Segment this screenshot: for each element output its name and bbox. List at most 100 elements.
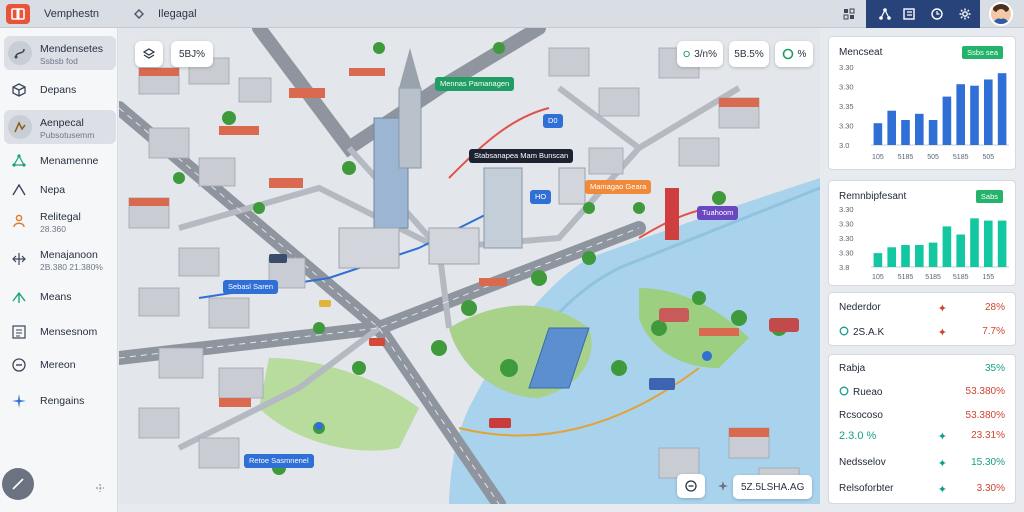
chart-bar[interactable]: [915, 113, 924, 145]
metric-row: Rueao 53.380%: [839, 386, 1005, 400]
sidebar-item-means[interactable]: Means: [4, 280, 116, 314]
x-tick-label: 5185: [953, 154, 969, 161]
share-icon: [10, 288, 28, 306]
metric-row: 2S.A.K ✦ 7.7%: [839, 326, 1005, 340]
x-tick-label: 5185: [953, 274, 969, 281]
y-tick-label: 3.30: [839, 205, 854, 214]
map-label[interactable]: D0: [543, 114, 563, 128]
map-label[interactable]: Retoe Sasmnenel: [244, 454, 314, 468]
sidebar-fab-button[interactable]: [2, 468, 34, 500]
sidebar: Mendensetes Ssbsb fod Depans Aenpecal Pu…: [0, 28, 118, 512]
metric-row: Rcsocoso 53.380%: [839, 410, 1005, 421]
route-icon: [8, 41, 32, 65]
gear-icon[interactable]: [956, 5, 974, 23]
chart-bar[interactable]: [887, 110, 896, 145]
panel-remnbipfesant: Remnbipfesant Sabs 3.30 3.30 3.30 3.30 3.8 10…: [828, 180, 1016, 286]
sidebar-item-aenpecal[interactable]: Aenpecal Pubsotusemm: [4, 110, 116, 144]
chart-bar[interactable]: [997, 73, 1007, 145]
sidebar-item-nepa[interactable]: Nepa: [4, 173, 116, 207]
sidebar-item-rengains[interactable]: Rengains: [4, 384, 116, 418]
map-label[interactable]: Mamagao Geara: [585, 180, 652, 194]
y-tick-label: 3.30: [839, 220, 854, 229]
panel-metrics-a: Nederdor ✦ 28% 2S.A.K ✦ 7.7%: [828, 292, 1016, 346]
map-label[interactable]: Sebasl Saren: [223, 280, 279, 294]
chart-bar[interactable]: [970, 218, 979, 267]
x-tick-label: 5185: [925, 274, 941, 281]
sidebar-item-mendensetes[interactable]: Mendensetes Ssbsb fod: [4, 36, 116, 70]
x-tick-label: 155: [982, 274, 994, 281]
back-icon[interactable]: [130, 5, 148, 23]
metric-row: Nederdor ✦ 28%: [839, 302, 1005, 315]
flag-icon[interactable]: [900, 5, 918, 23]
y-tick-label: 3.30: [839, 234, 854, 243]
sidebar-item-depans[interactable]: Depans: [4, 73, 116, 107]
network-icon: [10, 152, 28, 170]
app-title: Vemphestn: [44, 8, 100, 20]
up-arrow-icon: ✦: [937, 484, 947, 496]
metric-row: 2.3.0 % ✦ 23.31%: [839, 430, 1005, 443]
chart-bar[interactable]: [942, 96, 952, 145]
bar-chart-mencseat: 3.30 3.30 3.35 3.30 3.0 105 5185 505 5185 505: [839, 63, 1009, 161]
up-arrow-icon: ✦: [937, 303, 947, 315]
chart-bar[interactable]: [956, 84, 965, 145]
avatar[interactable]: [989, 2, 1013, 26]
y-tick-label: 3.30: [839, 83, 854, 92]
route-icon: [8, 115, 32, 139]
chart-bar[interactable]: [901, 120, 910, 145]
zoom-readout[interactable]: 5BJ%: [171, 41, 213, 67]
map-stat-a[interactable]: 3/n%: [677, 41, 723, 67]
collapse-icon[interactable]: [92, 480, 108, 496]
chart-bar[interactable]: [915, 245, 924, 267]
map-canvas: [119, 28, 820, 504]
sidebar-item-mereon[interactable]: Mereon: [4, 348, 116, 382]
chart-bar[interactable]: [984, 79, 993, 146]
x-tick-label: 505: [982, 154, 994, 161]
clock-icon[interactable]: [928, 5, 946, 23]
up-arrow-icon: ✦: [937, 327, 947, 339]
chart-bar[interactable]: [901, 245, 910, 267]
x-tick-label: 505: [927, 154, 939, 161]
sidebar-item-menajanoon[interactable]: Menajanoon 2B.380 21.380%: [4, 242, 116, 276]
map-label[interactable]: Mennas Pamanagen: [435, 77, 515, 91]
chart-bar[interactable]: [997, 220, 1007, 267]
chart-bar[interactable]: [928, 120, 938, 145]
locate-button[interactable]: [677, 474, 705, 498]
y-tick-label: 3.30: [839, 122, 854, 131]
map-label[interactable]: Stabsanapea Mam Bunscan: [469, 149, 574, 163]
toolbar-actions: [866, 0, 980, 28]
map-label[interactable]: Tuahoom: [697, 206, 739, 220]
map-stat-c[interactable]: %: [775, 41, 813, 67]
breadcrumb[interactable]: Ilegagal: [158, 8, 197, 20]
sidebar-item-relitegal[interactable]: Relitegal 28.360: [4, 204, 116, 238]
chart-bar[interactable]: [873, 123, 883, 145]
metric-row: Nedsselov ✦ 15.30%: [839, 457, 1005, 470]
x-tick-label: 5185: [898, 154, 914, 161]
map-layers-button[interactable]: [135, 41, 163, 67]
chart-bar[interactable]: [970, 85, 979, 145]
circle-icon: [839, 326, 849, 336]
map-label[interactable]: HO: [530, 190, 552, 204]
bar-chart-remnbipfesant: 3.30 3.30 3.30 3.30 3.8 105 5185 5185 5185 155: [839, 205, 1009, 281]
app-logo-icon[interactable]: [6, 4, 30, 24]
chart-bar[interactable]: [887, 247, 896, 267]
grid-icon[interactable]: [840, 5, 858, 23]
chart-bar[interactable]: [942, 226, 952, 267]
x-tick-label: 105: [872, 274, 884, 281]
chart-bar[interactable]: [984, 220, 993, 267]
status-icon: [683, 50, 690, 58]
map-stat-b[interactable]: 5B.5%: [729, 41, 769, 67]
x-tick-label: 5185: [898, 274, 914, 281]
minus-circle-icon: [10, 356, 28, 374]
sidebar-item-mensesnom[interactable]: Mensesnom: [4, 315, 116, 349]
panel-metrics-b: Rabja 35% Rueao 53.380% Rcsocoso 53.380%…: [828, 354, 1016, 504]
up-arrow-icon: ✦: [937, 458, 947, 470]
person-icon: [10, 212, 28, 230]
chart-bar[interactable]: [928, 242, 938, 267]
share-icon[interactable]: [876, 5, 894, 23]
cube-icon: [10, 81, 28, 99]
map-view[interactable]: 5BJ% 3/n% 5B.5% % Mennas Pamanagen D0 St…: [119, 28, 820, 504]
chart-bar[interactable]: [956, 234, 965, 268]
metric-row: Rabja 35%: [839, 363, 1005, 374]
chart-bar[interactable]: [873, 253, 883, 267]
circle-icon: [839, 386, 849, 396]
